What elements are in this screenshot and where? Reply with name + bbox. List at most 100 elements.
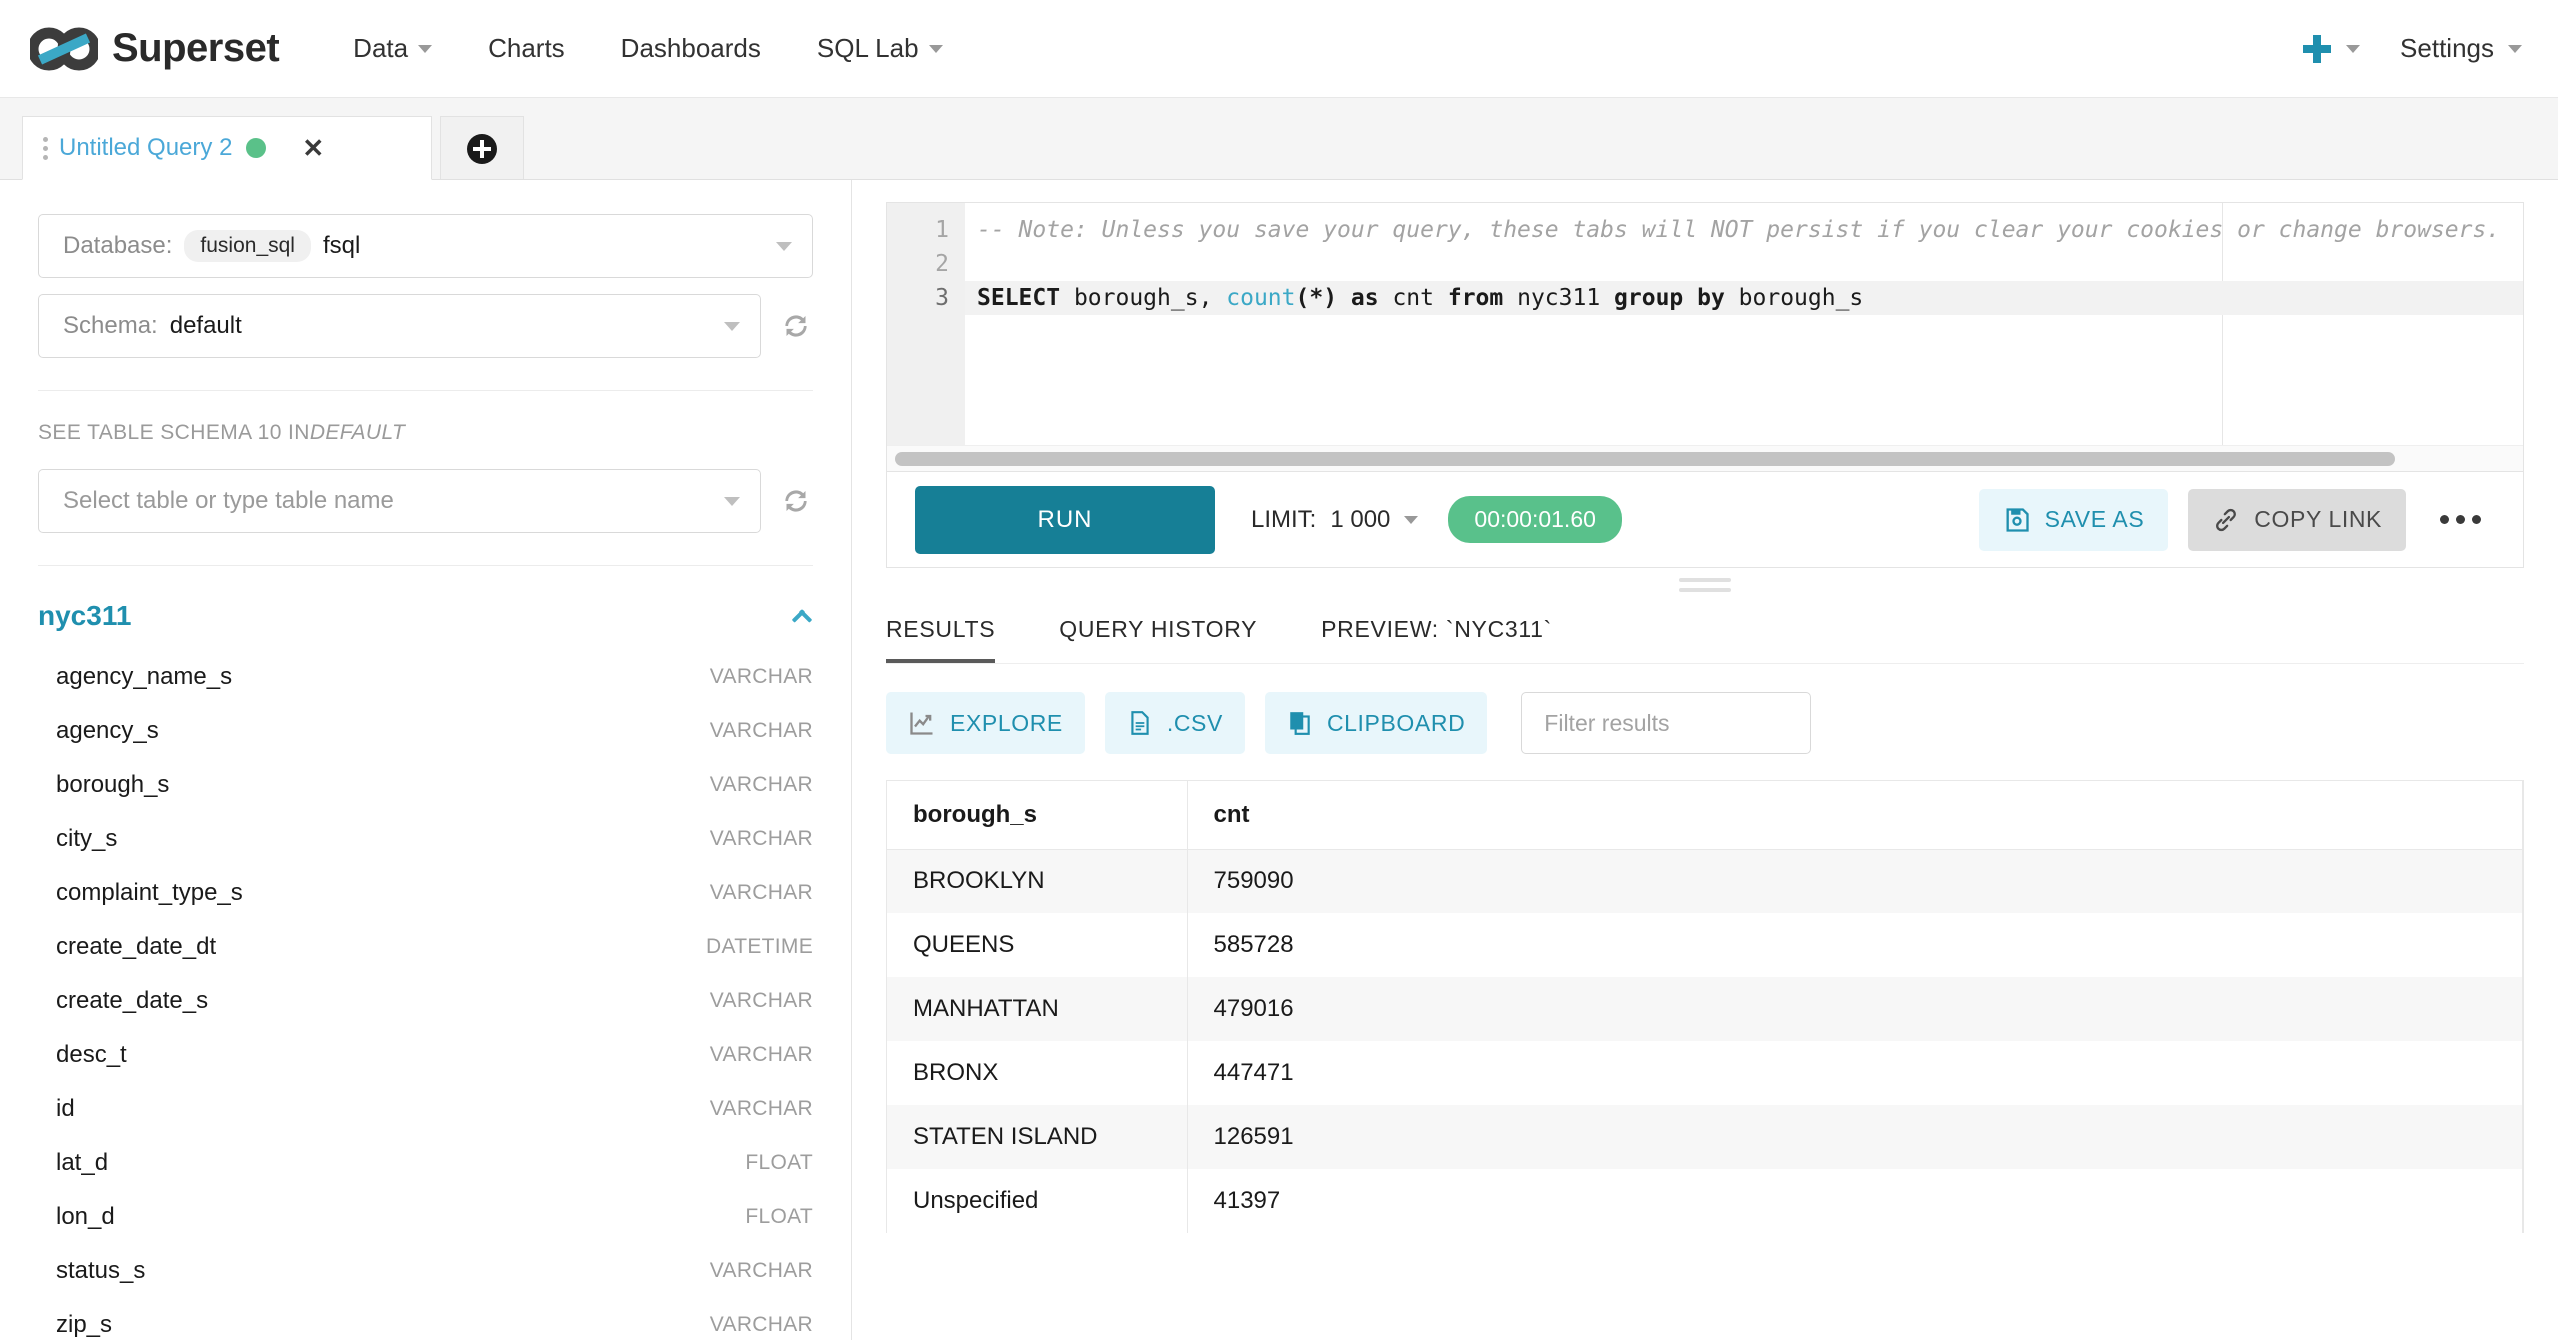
settings-menu[interactable]: Settings <box>2400 33 2522 64</box>
sql-function-count: count <box>1226 285 1296 311</box>
table-row: QUEENS 585728 <box>887 913 2523 977</box>
list-item[interactable]: create_date_s VARCHAR <box>38 974 813 1028</box>
panel-resize-handle[interactable] <box>852 568 2558 602</box>
cell-cnt: 479016 <box>1187 977 2523 1041</box>
nav-item-sql-lab[interactable]: SQL Lab <box>789 33 971 64</box>
tab-preview[interactable]: PREVIEW: `NYC311` <box>1321 616 1552 663</box>
cell-borough: BRONX <box>887 1041 1188 1105</box>
nav-item-charts-label: Charts <box>488 33 565 63</box>
chevron-down-icon <box>776 241 792 251</box>
editor-code-area[interactable]: -- Note: Unless you save your query, the… <box>965 203 2523 445</box>
more-options-button[interactable] <box>2426 515 2495 524</box>
nav-item-data-label: Data <box>353 33 409 63</box>
table-select-row: Select table or type table name <box>38 469 813 533</box>
tab-results[interactable]: RESULTS <box>886 616 996 663</box>
filter-results-input[interactable] <box>1521 692 1812 754</box>
chevron-down-icon <box>2508 44 2522 53</box>
nav-right-group: Settings <box>2302 33 2522 64</box>
sql-keyword-from: from <box>1447 285 1504 311</box>
table-row: BRONX 447471 <box>887 1041 2523 1105</box>
clipboard-button[interactable]: CLIPBOARD <box>1264 692 1488 754</box>
limit-select[interactable]: LIMIT: 1 000 <box>1251 506 1419 534</box>
query-timer-badge: 00:00:01.60 <box>1448 496 1622 543</box>
column-type: VARCHAR <box>709 827 813 850</box>
new-query-tab-button[interactable] <box>440 116 524 180</box>
results-table-wrap: borough_s cnt BROOKLYN 759090 QUEENS 585… <box>886 780 2524 1233</box>
nav-item-dashboards[interactable]: Dashboards <box>593 33 789 64</box>
editor-toolbar-right: SAVE AS COPY LINK <box>1978 488 2495 551</box>
column-name: create_date_dt <box>56 933 217 960</box>
column-name: status_s <box>56 1257 146 1284</box>
refresh-icon[interactable] <box>779 484 813 518</box>
brand-logo-group[interactable]: Superset <box>30 26 280 71</box>
drag-handle-icon[interactable] <box>39 135 53 161</box>
editor-horizontal-scrollbar[interactable] <box>887 445 2523 471</box>
sql-editor-body[interactable]: 1 2 3 -- Note: Unless you save your quer… <box>887 203 2523 445</box>
column-type: VARCHAR <box>709 665 813 688</box>
save-as-button[interactable]: SAVE AS <box>1978 488 2169 551</box>
list-item[interactable]: lon_d FLOAT <box>38 1190 813 1244</box>
nav-item-dashboards-label: Dashboards <box>620 33 761 63</box>
close-icon[interactable]: ✕ <box>302 135 324 161</box>
column-name: lon_d <box>56 1203 115 1230</box>
database-value: fsql <box>322 232 361 259</box>
sql-editor[interactable]: 1 2 3 -- Note: Unless you save your quer… <box>886 202 2524 472</box>
column-name: agency_s <box>56 717 159 744</box>
results-actions: EXPLORE .CSV CLIPBOARD <box>886 692 2524 754</box>
list-item[interactable]: lat_d FLOAT <box>38 1136 813 1190</box>
table-select[interactable]: Select table or type table name <box>38 469 761 533</box>
list-item[interactable]: status_s VARCHAR <box>38 1244 813 1298</box>
see-table-schema-note: SEE TABLE SCHEMA 10 INDEFAULT <box>38 421 813 445</box>
column-name: lat_d <box>56 1149 109 1176</box>
list-item[interactable]: borough_s VARCHAR <box>38 758 813 812</box>
nav-item-data[interactable]: Data <box>325 33 460 64</box>
table-schema-header[interactable]: nyc311 <box>38 600 813 632</box>
list-item[interactable]: id VARCHAR <box>38 1082 813 1136</box>
line-number: 1 <box>935 217 949 243</box>
list-item[interactable]: complaint_type_s VARCHAR <box>38 866 813 920</box>
cell-cnt: 126591 <box>1187 1105 2523 1169</box>
new-item-menu[interactable] <box>2302 34 2361 64</box>
top-navbar: Superset Data Charts Dashboards SQL Lab … <box>0 0 2558 98</box>
tab-query-history[interactable]: QUERY HISTORY <box>1059 616 1257 663</box>
explore-button[interactable]: EXPLORE <box>886 692 1085 754</box>
editor-toolbar: RUN LIMIT: 1 000 00:00:01.60 SAVE AS COP… <box>886 472 2524 568</box>
sql-table: nyc311 <box>1503 285 1615 311</box>
list-item[interactable]: city_s VARCHAR <box>38 812 813 866</box>
list-item[interactable]: zip_s VARCHAR <box>38 1298 813 1340</box>
query-tab-title: Untitled Query 2 <box>59 134 233 161</box>
column-type: VARCHAR <box>709 1259 813 1282</box>
sql-col1: borough_s, <box>1060 285 1227 311</box>
run-button[interactable]: RUN <box>915 485 1215 554</box>
table-header-row: borough_s cnt <box>887 781 2523 850</box>
csv-label: .CSV <box>1166 709 1223 736</box>
schema-select[interactable]: Schema: default <box>38 294 761 358</box>
query-tab-untitled-query-2[interactable]: Untitled Query 2 ✕ <box>22 116 432 180</box>
csv-button[interactable]: .CSV <box>1104 692 1245 754</box>
list-item[interactable]: agency_name_s VARCHAR <box>38 650 813 704</box>
list-item[interactable]: create_date_dt DATETIME <box>38 920 813 974</box>
column-name: complaint_type_s <box>56 879 243 906</box>
list-item[interactable]: agency_s VARCHAR <box>38 704 813 758</box>
code-line-3: SELECT borough_s, count(*) as cnt from n… <box>965 281 2523 315</box>
column-type: VARCHAR <box>709 1043 813 1066</box>
chevron-up-icon[interactable] <box>791 610 813 623</box>
cell-borough: MANHATTAN <box>887 977 1188 1041</box>
chevron-down-icon <box>418 44 433 53</box>
column-type: VARCHAR <box>709 1313 813 1336</box>
database-label: Database: <box>63 232 173 259</box>
results-table-body: BROOKLYN 759090 QUEENS 585728 MANHATTAN … <box>887 849 2523 1233</box>
column-type: VARCHAR <box>709 773 813 796</box>
column-name: zip_s <box>56 1311 113 1338</box>
chevron-down-icon <box>724 496 740 506</box>
scrollbar-thumb[interactable] <box>895 451 2395 466</box>
refresh-icon[interactable] <box>779 309 813 343</box>
sql-paren: (*) <box>1295 285 1351 311</box>
database-select[interactable]: Database: fusion_sql fsql <box>38 214 813 278</box>
list-item[interactable]: desc_t VARCHAR <box>38 1028 813 1082</box>
column-header-borough[interactable]: borough_s <box>887 781 1188 850</box>
copy-link-button[interactable]: COPY LINK <box>2188 488 2406 551</box>
column-header-cnt[interactable]: cnt <box>1187 781 2523 850</box>
column-name: desc_t <box>56 1041 127 1068</box>
nav-item-charts[interactable]: Charts <box>460 33 593 64</box>
